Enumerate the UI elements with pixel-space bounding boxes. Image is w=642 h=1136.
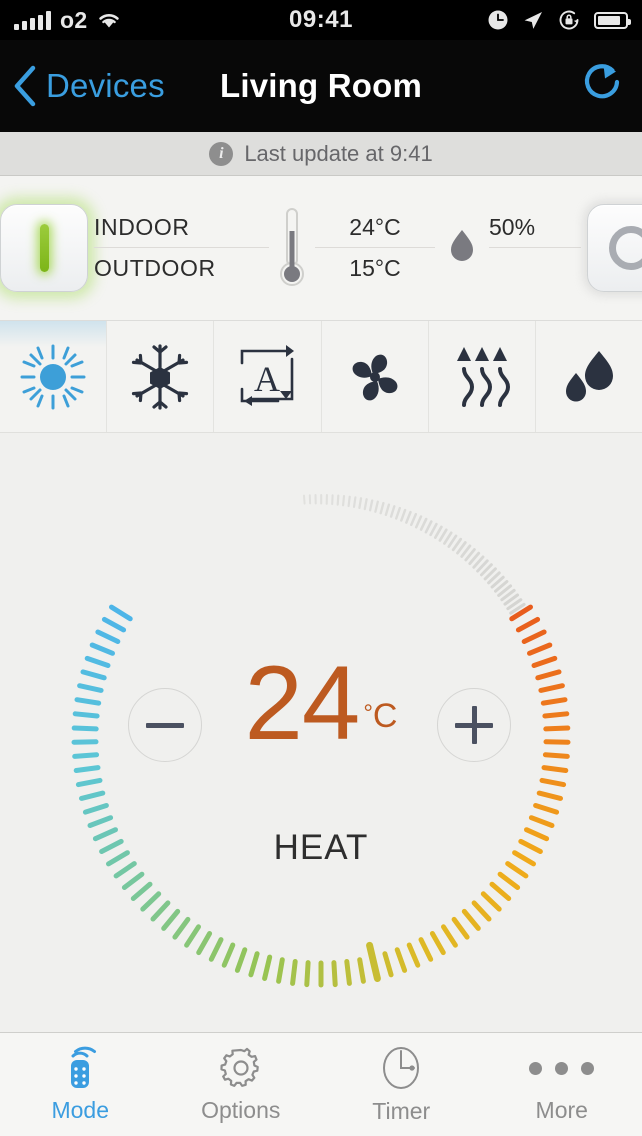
- tab-timer-label: Timer: [372, 1098, 431, 1124]
- device-info-strip: INDOOR OUTDOOR 24°C 15°C 50%: [0, 176, 642, 321]
- tab-options-label: Options: [201, 1097, 281, 1123]
- status-bar: o2 09:41: [0, 0, 642, 40]
- indoor-label: INDOOR: [94, 208, 269, 248]
- fan-icon: [352, 354, 398, 400]
- power-off-wrap: [587, 204, 642, 292]
- last-update-text: Last update at 9:41: [244, 140, 433, 166]
- location-labels: INDOOR OUTDOOR: [94, 208, 269, 288]
- tab-timer[interactable]: Timer: [321, 1033, 482, 1136]
- current-temperature: 24 °C: [0, 651, 642, 756]
- bottom-tab-bar: Mode Options Timer More: [0, 1032, 642, 1136]
- humidity-values: 50%: [489, 208, 581, 288]
- power-off-button[interactable]: [587, 204, 642, 292]
- ellipsis-icon: [529, 1045, 595, 1091]
- status-bar-right: [487, 8, 631, 32]
- svg-text:A: A: [254, 359, 280, 399]
- clock-icon: [383, 1047, 420, 1089]
- remote-control-icon: [71, 1046, 97, 1088]
- battery-icon: [594, 11, 631, 29]
- tab-more-label: More: [535, 1097, 588, 1123]
- mode-cool[interactable]: [107, 321, 215, 432]
- outdoor-temp: 15°C: [349, 254, 401, 281]
- tab-mode[interactable]: Mode: [0, 1033, 161, 1136]
- celsius-letter: C: [372, 697, 398, 735]
- gear-icon: [220, 1047, 259, 1087]
- temperature-unit: °C: [363, 697, 397, 736]
- humidity-value: 50%: [489, 208, 581, 248]
- mode-auto[interactable]: A: [214, 321, 322, 432]
- power-on-button[interactable]: [0, 204, 88, 292]
- humidity-droplet-icon: [451, 230, 473, 261]
- dry-droplets-icon: [565, 350, 613, 401]
- info-icon: i: [209, 141, 234, 166]
- tab-more[interactable]: More: [482, 1033, 642, 1136]
- mode-dry[interactable]: [536, 321, 642, 432]
- humidity-empty: [489, 248, 581, 288]
- active-mode-label: HEAT: [273, 828, 369, 867]
- page-title: Living Room: [219, 67, 423, 104]
- auto-loop-icon: A: [241, 344, 295, 406]
- power-off-icon: [609, 226, 642, 270]
- minus-icon: [146, 722, 184, 728]
- refresh-button[interactable]: [580, 61, 624, 112]
- navigation-bar: Devices Living Room: [0, 40, 642, 132]
- plus-icon-vertical: [471, 706, 477, 744]
- tab-options[interactable]: Options: [161, 1033, 322, 1136]
- dial-centre: 24 °C HEAT: [0, 433, 642, 1033]
- thermometer-icon-wrap: [269, 205, 315, 291]
- temperature-dial[interactable]: 24 °C HEAT: [0, 433, 642, 1033]
- mode-heat-sun[interactable]: [0, 321, 108, 432]
- refresh-icon: [584, 63, 620, 98]
- location-arrow-icon: [524, 12, 542, 29]
- outdoor-label: OUTDOOR: [94, 254, 216, 281]
- temperature-values: 24°C 15°C: [315, 208, 435, 288]
- power-on-icon: [39, 224, 49, 272]
- snowflake-icon: [132, 343, 189, 410]
- mode-fan[interactable]: [322, 321, 429, 432]
- rotation-lock-icon: [559, 10, 579, 30]
- last-update-banner: i Last update at 9:41: [0, 132, 642, 176]
- degree-symbol: °: [363, 700, 373, 727]
- alarm-clock-icon: [488, 10, 508, 30]
- app-root: o2 09:41 Devices Living Room i Last upda…: [0, 0, 642, 1136]
- heat-waves-icon: [456, 346, 510, 407]
- mode-selector-row: A: [0, 321, 642, 433]
- droplet-icon-wrap: [435, 227, 489, 269]
- readout-group: INDOOR OUTDOOR 24°C 15°C 50%: [88, 205, 587, 291]
- thermometer-icon: [280, 208, 304, 286]
- power-on-wrap: [0, 204, 88, 292]
- increase-temperature-button[interactable]: [437, 688, 511, 762]
- temperature-value: 24: [244, 645, 361, 762]
- mode-heat[interactable]: [429, 321, 536, 432]
- sun-icon: [20, 344, 86, 409]
- decrease-temperature-button[interactable]: [128, 688, 202, 762]
- tab-mode-label: Mode: [51, 1097, 110, 1123]
- indoor-temp: 24°C: [315, 208, 435, 248]
